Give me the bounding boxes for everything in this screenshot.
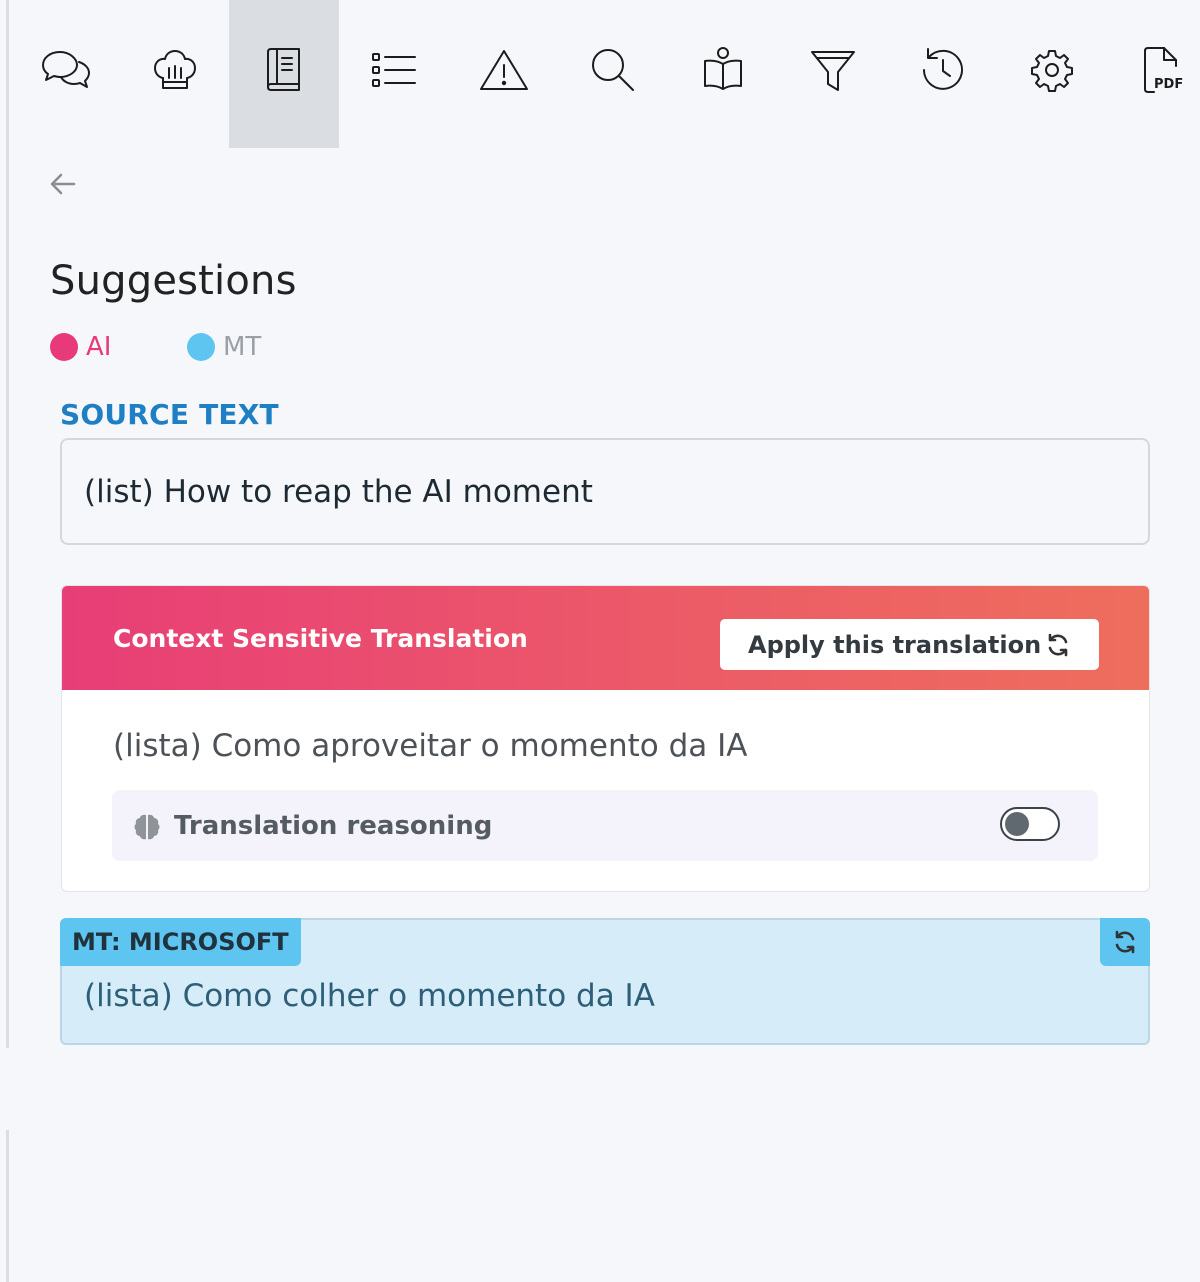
- legend-ai-label: AI: [86, 332, 112, 362]
- mt-provider-tag: MT: MICROSOFT: [60, 918, 301, 966]
- apply-translation-button[interactable]: Apply this translation: [720, 619, 1099, 670]
- toolbar-warnings-button[interactable]: [449, 0, 559, 148]
- comments-icon: [42, 51, 90, 88]
- translation-reasoning-row: Translation reasoning: [112, 790, 1098, 861]
- gear-icon: [1031, 50, 1073, 92]
- toolbar-pdf-button[interactable]: PDF: [1107, 0, 1200, 148]
- toolbar-filter-button[interactable]: [778, 0, 888, 148]
- arrow-left-icon: [50, 173, 76, 195]
- toolbar-settings-button[interactable]: [997, 0, 1107, 148]
- search-icon: [592, 49, 634, 91]
- ai-dot-icon: [50, 333, 78, 361]
- filter-icon: [811, 51, 855, 91]
- panel-left-border-lower: [6, 1130, 9, 1282]
- history-icon: [923, 48, 963, 90]
- legend-item-mt: MT: [187, 332, 261, 362]
- legend-item-ai: AI: [50, 332, 111, 362]
- mt-translation-text: (lista) Como colher o momento da IA: [84, 978, 655, 1014]
- mt-refresh-button[interactable]: [1100, 918, 1150, 966]
- cst-header: Context Sensitive Translation Apply this…: [62, 586, 1149, 690]
- toolbar-reader-button[interactable]: [668, 0, 778, 148]
- toolbar: PDF: [10, 0, 1200, 148]
- chef-hat-icon: [154, 50, 196, 89]
- cst-title: Context Sensitive Translation: [113, 624, 528, 653]
- back-button[interactable]: [44, 166, 82, 202]
- refresh-icon: [1115, 930, 1135, 954]
- refresh-icon[interactable]: [1045, 632, 1071, 658]
- book-icon: [267, 48, 300, 91]
- translation-reasoning-toggle[interactable]: [1000, 807, 1060, 841]
- mt-suggestion-card[interactable]: MT: MICROSOFT (lista) Como colher o mome…: [60, 918, 1150, 1045]
- toolbar-glossary-button[interactable]: [229, 0, 339, 148]
- list-icon: [372, 53, 416, 87]
- toolbar-history-button[interactable]: [887, 0, 997, 148]
- source-text-label: SOURCE TEXT: [60, 398, 279, 431]
- toolbar-search-button[interactable]: [558, 0, 668, 148]
- source-text-box: (list) How to reap the AI moment: [60, 438, 1150, 545]
- toolbar-comments-button[interactable]: [10, 0, 120, 148]
- mt-dot-icon: [187, 333, 215, 361]
- pdf-file-icon: PDF: [1144, 47, 1183, 93]
- toggle-knob: [1005, 812, 1029, 836]
- page-title: Suggestions: [50, 258, 297, 304]
- brain-icon: [134, 814, 160, 839]
- translation-reasoning-label: Translation reasoning: [174, 810, 493, 841]
- cst-translation-text: (lista) Como aproveitar o momento da IA: [113, 728, 748, 764]
- source-text: (list) How to reap the AI moment: [84, 473, 593, 510]
- toolbar-chef-button[interactable]: [120, 0, 230, 148]
- panel-left-border: [6, 0, 9, 1048]
- warning-icon: [480, 50, 528, 90]
- reader-icon: [704, 47, 742, 90]
- toolbar-list-button[interactable]: [339, 0, 449, 148]
- apply-translation-label: Apply this translation: [748, 630, 1042, 659]
- svg-text:PDF: PDF: [1154, 77, 1183, 92]
- legend-mt-label: MT: [223, 332, 262, 362]
- context-sensitive-translation-card: Context Sensitive Translation Apply this…: [61, 585, 1150, 892]
